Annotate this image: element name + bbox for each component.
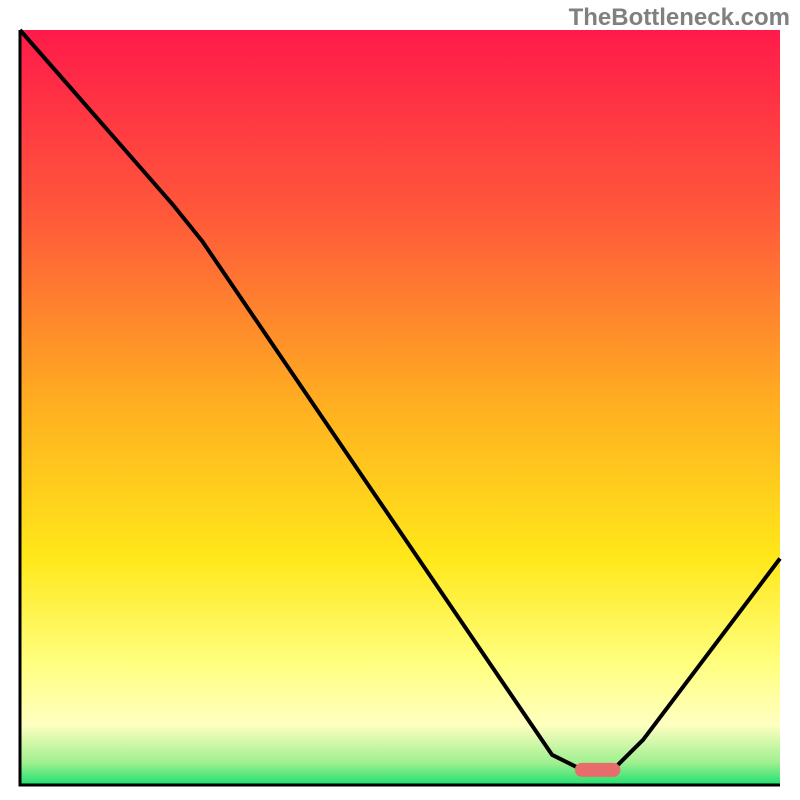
bottleneck-chart [0,0,800,800]
gradient-background [20,30,780,785]
optimal-marker [575,763,621,777]
attribution-text: TheBottleneck.com [569,4,790,32]
chart-svg [0,0,800,800]
